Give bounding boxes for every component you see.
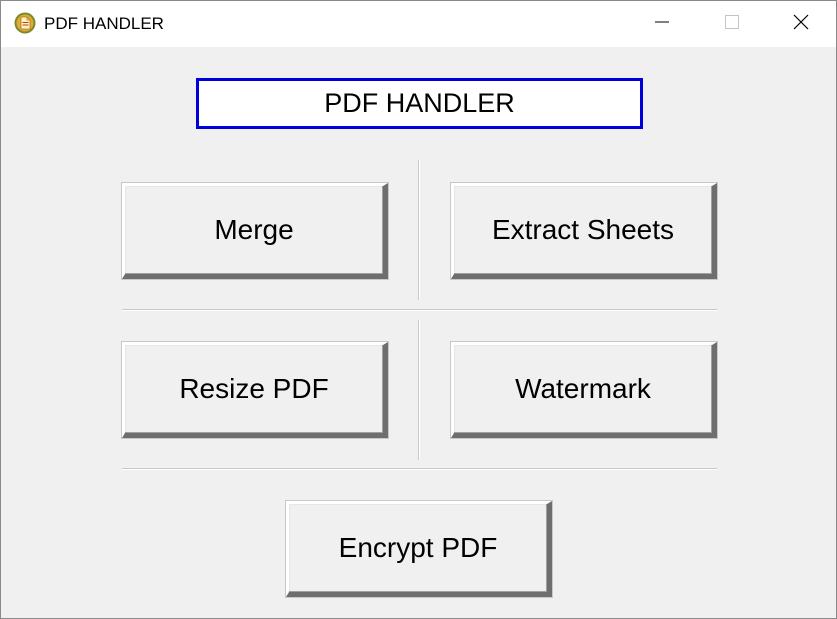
vertical-separator — [418, 320, 420, 460]
horizontal-separator — [122, 468, 717, 470]
app-header-label: PDF HANDLER — [196, 78, 643, 129]
title-bar[interactable]: PDF HANDLER — [1, 1, 836, 47]
minimize-icon — [655, 15, 669, 34]
close-icon — [793, 14, 809, 35]
minimize-button[interactable] — [627, 1, 697, 47]
window-title: PDF HANDLER — [44, 14, 164, 33]
main-panel: PDF HANDLER Merge Extract Sheets Resize … — [1, 47, 836, 618]
maximize-button[interactable] — [697, 1, 767, 47]
watermark-button[interactable]: Watermark — [451, 342, 717, 438]
vertical-separator — [418, 160, 420, 300]
resize-pdf-button[interactable]: Resize PDF — [122, 342, 388, 438]
extract-sheets-button[interactable]: Extract Sheets — [451, 183, 717, 279]
merge-button[interactable]: Merge — [122, 183, 388, 279]
close-button[interactable] — [766, 1, 836, 47]
encrypt-pdf-button[interactable]: Encrypt PDF — [286, 501, 552, 597]
pdf-app-icon — [14, 12, 36, 34]
horizontal-separator — [122, 309, 717, 311]
app-window: PDF HANDLER PDF HANDLER Merge Extract Sh… — [0, 0, 837, 619]
maximize-icon — [725, 14, 739, 34]
